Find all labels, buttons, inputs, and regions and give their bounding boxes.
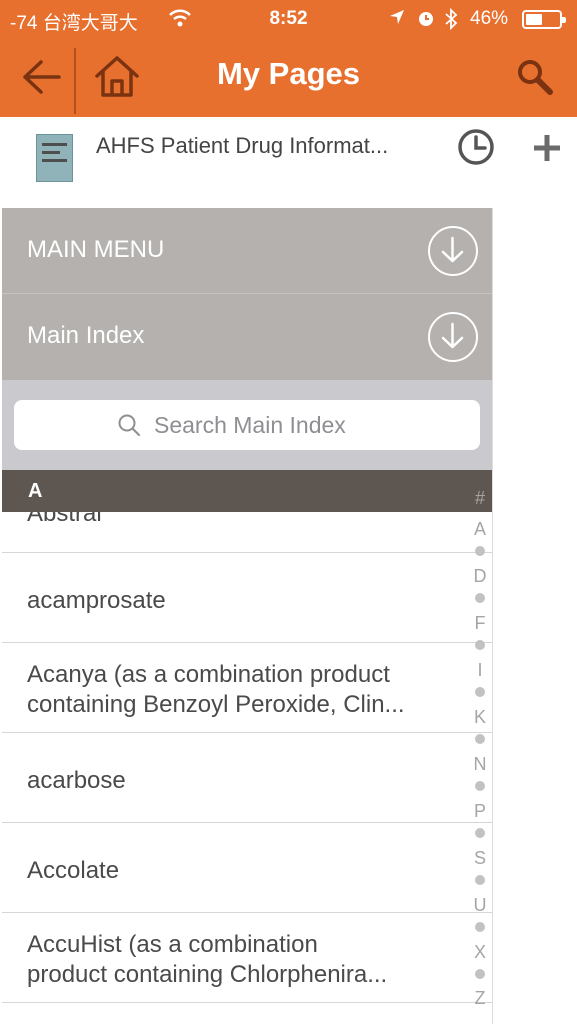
list-item-label: Accolate	[27, 857, 120, 884]
main-menu-label: MAIN MENU	[27, 236, 165, 263]
main-menu-panel: MAIN MENU Main Index Abstral acamprosate…	[2, 208, 493, 1024]
index-dot	[475, 687, 485, 697]
add-button[interactable]	[530, 131, 564, 165]
index-dot	[475, 640, 485, 650]
location-arrow-icon	[388, 8, 406, 32]
list-item-label: Acanya (as a combination product	[27, 661, 390, 688]
index-letter[interactable]: S	[468, 848, 492, 869]
index-letter[interactable]: N	[468, 754, 492, 775]
list-item-label: acarbose	[27, 767, 126, 794]
magnifier-icon	[518, 60, 553, 95]
index-dot	[475, 828, 485, 838]
clock-icon	[458, 129, 494, 165]
index-letter[interactable]: K	[468, 707, 492, 728]
index-letter[interactable]: D	[468, 566, 492, 587]
history-button[interactable]	[456, 127, 496, 167]
index-letter[interactable]: P	[468, 801, 492, 822]
download-arrow-icon	[428, 226, 478, 276]
list-item[interactable]: Acanya (as a combination product contain…	[2, 643, 492, 733]
search-button[interactable]	[512, 54, 558, 100]
plus-icon	[534, 135, 560, 161]
index-dot	[475, 875, 485, 885]
index-letter[interactable]: #	[468, 488, 492, 509]
page-title: My Pages	[216, 56, 360, 91]
index-dot	[475, 593, 485, 603]
search-icon	[118, 414, 140, 436]
index-letter[interactable]: I	[468, 660, 492, 681]
index-letter[interactable]: Z	[468, 988, 492, 1009]
book-title: AHFS Patient Drug Informat...	[96, 133, 389, 158]
index-dot	[475, 969, 485, 979]
list-item[interactable]: acarbose	[2, 733, 492, 823]
list-item[interactable]: AccuHist (as a combination product conta…	[2, 913, 492, 1003]
book-cover-image	[36, 134, 73, 182]
list-item-label: containing Benzoyl Peroxide, Clin...	[27, 691, 405, 718]
battery-icon	[522, 10, 566, 29]
main-menu-row[interactable]: MAIN MENU	[2, 208, 492, 294]
index-letter[interactable]: U	[468, 895, 492, 916]
index-letter[interactable]: A	[468, 519, 492, 540]
book-row[interactable]: AHFS Patient Drug Informat...	[0, 117, 577, 205]
alphabet-index-bar[interactable]: # A D F I K N P S U X Z	[468, 488, 492, 1008]
index-letter[interactable]: X	[468, 942, 492, 963]
section-header-a: A	[2, 470, 492, 512]
main-index-label: Main Index	[27, 322, 145, 349]
list-item-label: AccuHist (as a combination	[27, 931, 318, 958]
index-dot	[475, 546, 485, 556]
download-arrow-icon	[428, 312, 478, 362]
status-bar: -74 台湾大哥大 8:52 46%	[0, 0, 577, 38]
battery-percent: 46%	[470, 8, 509, 29]
list-item-label: product containing Chlorphenira...	[27, 961, 388, 988]
index-search-area	[2, 380, 492, 470]
list-item[interactable]: acamprosate	[2, 553, 492, 643]
list-item[interactable]: Accolate	[2, 823, 492, 913]
index-dot	[475, 922, 485, 932]
main-index-row[interactable]: Main Index	[2, 294, 492, 380]
nav-bar: My Pages	[0, 38, 577, 117]
list-item-label: acamprosate	[27, 587, 166, 614]
alarm-icon	[416, 8, 436, 34]
bluetooth-icon	[444, 7, 458, 36]
index-dot	[475, 781, 485, 791]
search-input[interactable]	[154, 410, 454, 440]
index-dot	[475, 734, 485, 744]
index-letter[interactable]: F	[468, 613, 492, 634]
index-search-box[interactable]	[14, 400, 480, 450]
